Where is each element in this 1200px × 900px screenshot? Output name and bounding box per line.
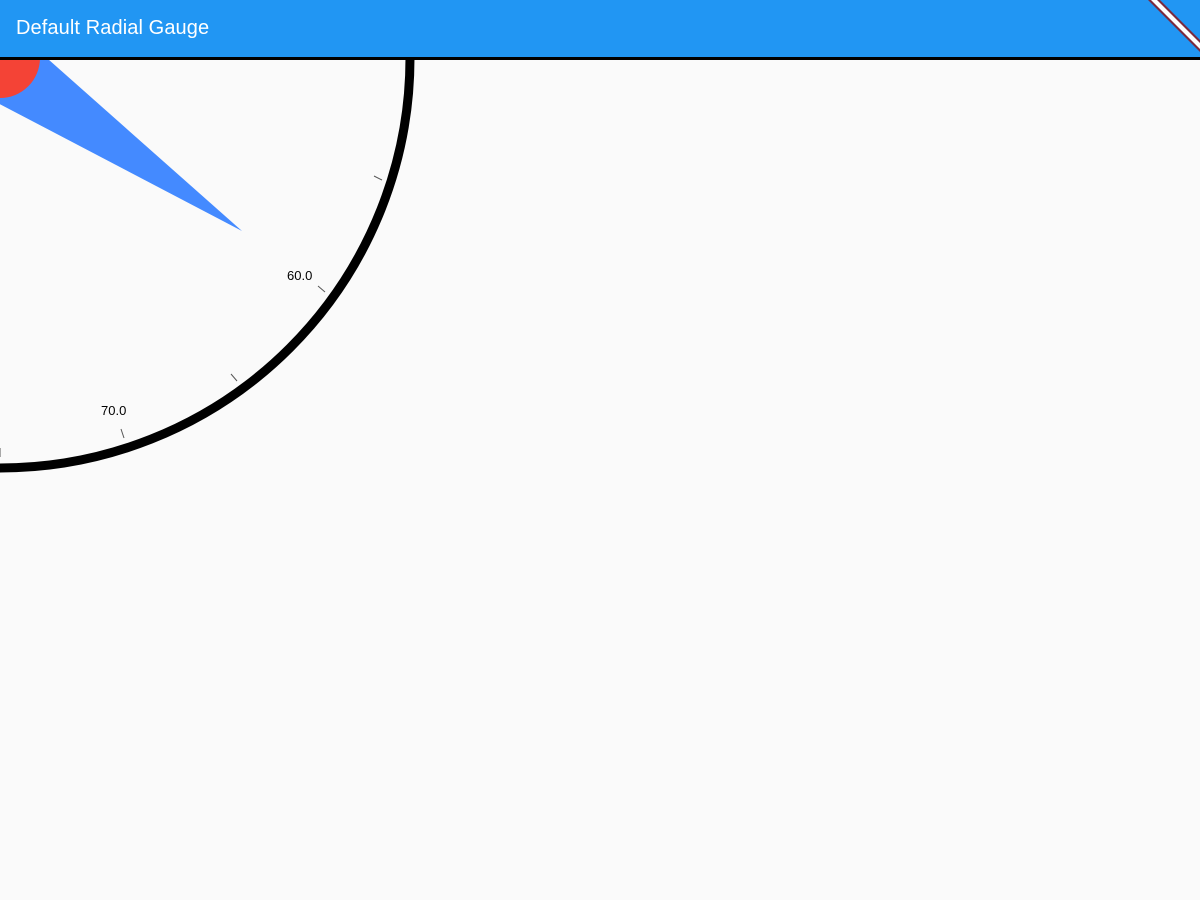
gauge-tick — [317, 285, 326, 293]
gauge-rim — [0, 0, 415, 473]
app-bar-divider — [0, 57, 1200, 60]
gauge-tick — [120, 428, 125, 439]
gauge-tick-label: 60.0 — [287, 268, 312, 283]
radial-gauge: 60.0 70.0 — [0, 0, 415, 473]
app-bar: Default Radial Gauge — [0, 0, 1200, 57]
page-title: Default Radial Gauge — [16, 17, 210, 39]
debug-banner-icon — [1140, 0, 1200, 60]
gauge-canvas: 60.0 70.0 — [0, 0, 1200, 900]
gauge-tick-label: 70.0 — [101, 403, 126, 418]
gauge-tick — [230, 373, 238, 382]
gauge-tick — [373, 175, 383, 181]
